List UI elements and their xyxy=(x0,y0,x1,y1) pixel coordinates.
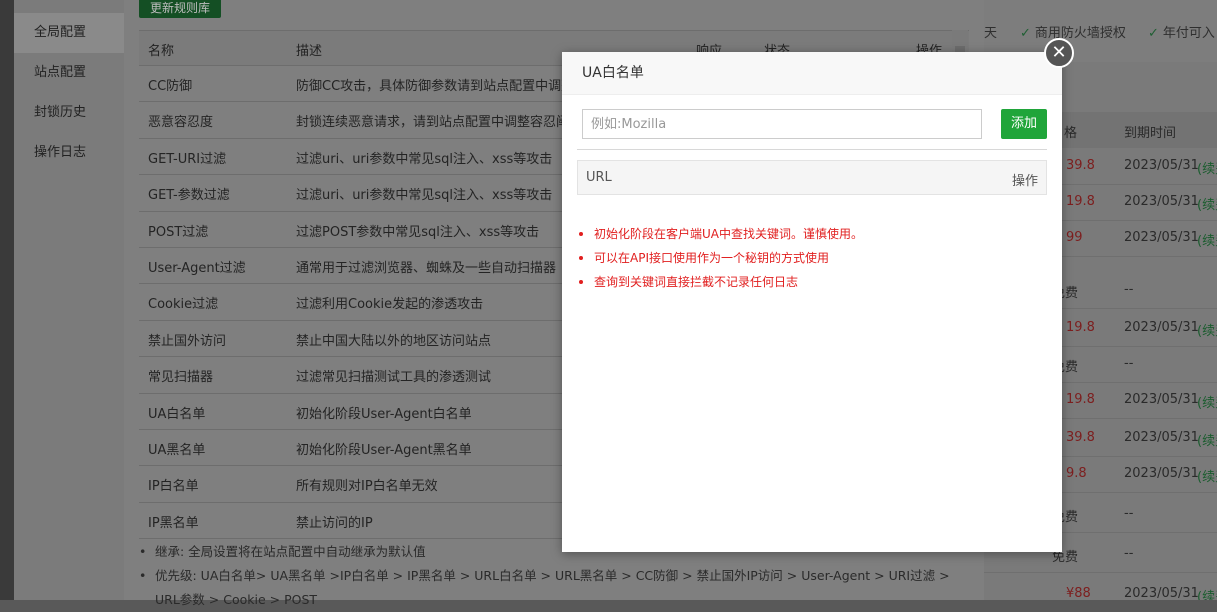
expire-date: 2023/05/31 xyxy=(1124,466,1199,481)
header-url: URL xyxy=(586,170,612,185)
modal-title: UA白名单 xyxy=(562,52,1062,95)
price-value: 9.8 xyxy=(1066,466,1087,481)
feature-annual: ✓ 年付可入 xyxy=(1148,26,1215,41)
note-item: 优先级: UA白名单> UA黑名单 >IP白名单 > IP黑名单 > URL白名… xyxy=(139,564,969,612)
expire-date: -- xyxy=(1124,506,1134,521)
price-value: 19.8 xyxy=(1066,320,1095,335)
renew-link[interactable]: (续费 xyxy=(1197,320,1217,339)
rule-name: CC防御 xyxy=(148,79,193,94)
expire-date: 2023/05/31 xyxy=(1124,392,1199,407)
rule-name: POST过滤 xyxy=(148,224,209,240)
rule-name: Cookie过滤 xyxy=(148,297,219,313)
price-value: 19.8 xyxy=(1066,392,1095,407)
expire-date: -- xyxy=(1124,546,1134,561)
rule-name: GET-URI过滤 xyxy=(148,151,227,167)
expire-date: 2023/05/31 xyxy=(1124,586,1199,600)
rule-desc: 封锁连续恶意请求，请到站点配置中调整容忍阈值 xyxy=(296,115,566,131)
rule-desc: 过滤POST参数中常见sql注入、xss等攻击 xyxy=(296,224,540,240)
check-icon: ✓ xyxy=(1148,26,1159,41)
rule-name: GET-参数过滤 xyxy=(148,188,230,204)
rule-desc: 禁止中国大陆以外的地区访问站点 xyxy=(296,333,492,349)
rule-name: 禁止国外访问 xyxy=(148,333,227,349)
expire-date: 2023/05/31 xyxy=(1124,430,1199,445)
renew-link[interactable]: (续费 xyxy=(1197,194,1217,213)
rule-name: IP白名单 xyxy=(148,479,199,495)
header-action: 操作 xyxy=(1011,174,1038,189)
renew-link[interactable]: (续费 xyxy=(1197,392,1217,411)
sidebar-item-site-config[interactable]: 站点配置 xyxy=(14,53,124,93)
renew-link[interactable]: (续费 xyxy=(1197,230,1217,249)
rule-name: 常见扫描器 xyxy=(148,370,214,386)
update-rules-button[interactable]: 更新规则库 xyxy=(139,0,221,18)
ua-list-table-header: URL 操作 xyxy=(577,160,1047,195)
price-value: ¥88 xyxy=(1066,586,1091,600)
expire-date: 2023/05/31 xyxy=(1124,194,1199,209)
header-name: 名称 xyxy=(148,44,175,59)
rule-name: UA白名单 xyxy=(148,406,206,422)
header-desc: 描述 xyxy=(296,44,323,59)
divider xyxy=(577,149,1047,150)
rule-name: IP黑名单 xyxy=(148,515,199,531)
renew-link[interactable]: (续费 xyxy=(1197,466,1217,485)
rule-desc: 过滤利用Cookie发起的渗透攻击 xyxy=(296,297,484,313)
rule-desc: 防御CC攻击，具体防御参数请到站点配置中调整 xyxy=(296,79,566,94)
renew-link[interactable]: (续费 xyxy=(1197,158,1217,177)
renew-link[interactable]: (续费 xyxy=(1197,586,1217,600)
tip-item: 查询到关键词直接拦截不记录任何日志 xyxy=(577,270,1047,294)
feature-commercial-firewall: ✓ 商用防火墙授权 xyxy=(1020,26,1126,41)
rule-name: 恶意容忍度 xyxy=(148,115,214,131)
rule-desc: 初始化阶段User-Agent黑名单 xyxy=(296,442,472,458)
renew-link[interactable]: (续费 xyxy=(1197,430,1217,449)
check-icon: ✓ xyxy=(1020,26,1031,41)
list-item: ¥88 2023/05/31(续费 xyxy=(984,576,1217,600)
expire-date: -- xyxy=(1124,356,1134,371)
price-value: 99 xyxy=(1066,230,1083,245)
ua-keyword-input[interactable] xyxy=(582,109,982,139)
rule-name: User-Agent过滤 xyxy=(148,260,246,276)
rule-desc: 通常用于过滤浏览器、蜘蛛及一些自动扫描器 xyxy=(296,260,557,276)
rule-desc: 过滤uri、uri参数中常见sql注入、xss等攻击 xyxy=(296,151,553,167)
header-price: 格 xyxy=(1064,126,1078,141)
close-icon[interactable]: ✕ xyxy=(1044,38,1074,68)
sidebar-item-operation-log[interactable]: 操作日志 xyxy=(14,133,124,173)
rule-desc: 过滤uri、uri参数中常见sql注入、xss等攻击 xyxy=(296,188,553,204)
expire-date: -- xyxy=(1124,282,1134,297)
tip-item: 初始化阶段在客户端UA中查找关键词。谨慎使用。 xyxy=(577,222,1047,246)
rule-name: UA黑名单 xyxy=(148,442,206,458)
feature-days: 天 xyxy=(984,26,998,41)
price-value: 39.8 xyxy=(1066,430,1095,445)
price-value: 39.8 xyxy=(1066,158,1095,173)
rule-desc: 所有规则对IP白名单无效 xyxy=(296,479,438,495)
header-expire: 到期时间 xyxy=(1124,126,1177,141)
rule-desc: 初始化阶段User-Agent白名单 xyxy=(296,406,472,422)
sidebar-item-global-config[interactable]: 全局配置 xyxy=(14,13,124,53)
settings-sidebar: 全局配置 站点配置 封锁历史 操作日志 xyxy=(14,0,124,600)
add-button[interactable]: 添加 xyxy=(1001,109,1047,139)
expire-date: 2023/05/31 xyxy=(1124,230,1199,245)
rule-desc: 禁止访问的IP xyxy=(296,515,373,531)
tips-list: 初始化阶段在客户端UA中查找关键词。谨慎使用。 可以在API接口使用作为一个秘钥… xyxy=(577,222,1047,294)
ua-whitelist-modal: UA白名单 添加 URL 操作 初始化阶段在客户端UA中查找关键词。谨慎使用。 … xyxy=(562,52,1062,552)
left-edge xyxy=(0,0,14,600)
expire-date: 2023/05/31 xyxy=(1124,158,1199,173)
sidebar-item-block-history[interactable]: 封锁历史 xyxy=(14,93,124,133)
tip-item: 可以在API接口使用作为一个秘钥的方式使用 xyxy=(577,246,1047,270)
price-value: 19.8 xyxy=(1066,194,1095,209)
rule-desc: 过滤常见扫描测试工具的渗透测试 xyxy=(296,370,492,386)
expire-date: 2023/05/31 xyxy=(1124,320,1199,335)
